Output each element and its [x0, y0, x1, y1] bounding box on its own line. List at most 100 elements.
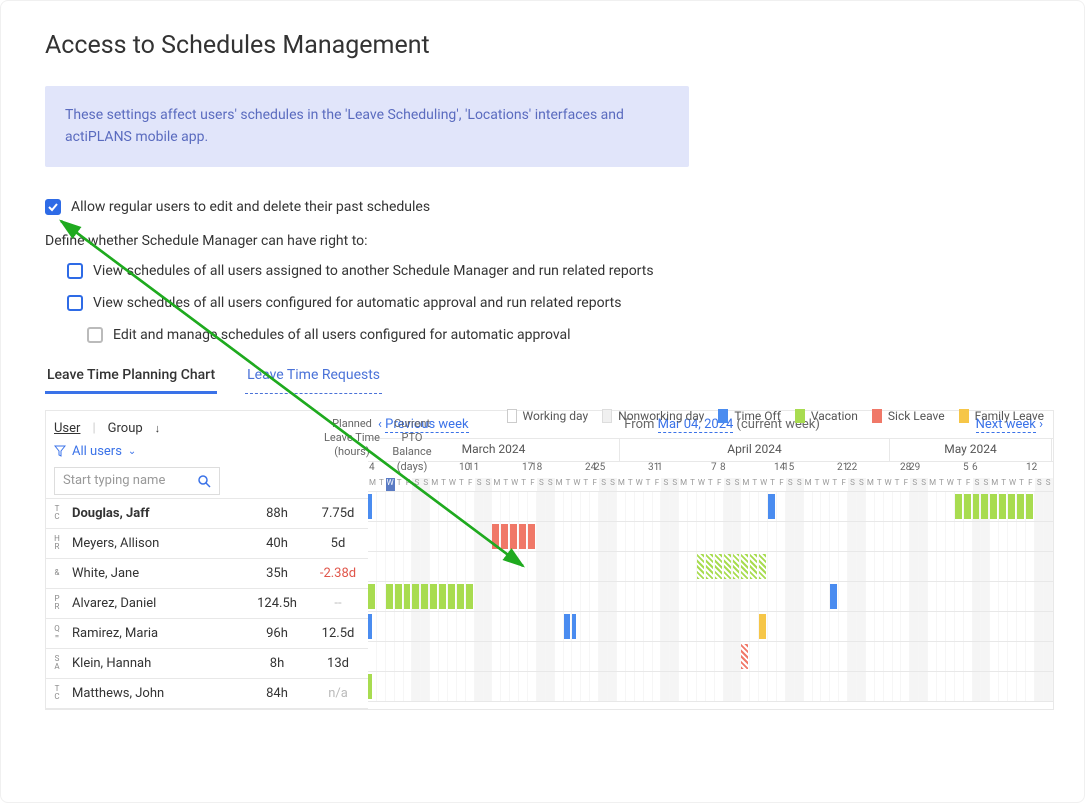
user-row[interactable]: & White, Jane 35h -2.38d [46, 559, 368, 589]
gantt-cell[interactable] [1008, 672, 1017, 701]
gantt-cell[interactable] [537, 612, 546, 641]
gantt-cell[interactable] [537, 672, 546, 701]
gantt-cell[interactable] [492, 492, 501, 521]
gantt-cell[interactable] [999, 582, 1008, 611]
gantt-cell[interactable] [679, 522, 688, 551]
gantt-cell[interactable] [439, 672, 448, 701]
gantt-cell[interactable] [599, 612, 608, 641]
gantt-cell[interactable] [501, 672, 510, 701]
gantt-cell[interactable] [679, 612, 688, 641]
gantt-cell[interactable] [724, 492, 733, 521]
gantt-cell[interactable] [875, 552, 884, 581]
gantt-cell[interactable] [439, 492, 448, 521]
gantt-cell[interactable] [697, 582, 706, 611]
leave-bar[interactable] [430, 584, 437, 609]
gantt-cell[interactable] [572, 582, 581, 611]
gantt-cell[interactable] [955, 582, 964, 611]
leave-bar[interactable] [572, 614, 576, 639]
gantt-cell[interactable] [528, 522, 537, 551]
gantt-cell[interactable] [537, 492, 546, 521]
gantt-cell[interactable] [581, 552, 590, 581]
gantt-cell[interactable] [386, 552, 395, 581]
gantt-cell[interactable] [964, 582, 973, 611]
gantt-cell[interactable] [404, 492, 413, 521]
gantt-cell[interactable] [439, 612, 448, 641]
gantt-cell[interactable] [555, 642, 564, 671]
gantt-cell[interactable] [581, 642, 590, 671]
gantt-cell[interactable] [715, 642, 724, 671]
gantt-cell[interactable] [661, 672, 670, 701]
gantt-cell[interactable] [893, 642, 902, 671]
gantt-cell[interactable] [644, 552, 653, 581]
gantt-cell[interactable] [990, 552, 999, 581]
gantt-cell[interactable] [439, 552, 448, 581]
gantt-cell[interactable] [910, 672, 919, 701]
gantt-cell[interactable] [412, 642, 421, 671]
gantt-cell[interactable] [821, 492, 830, 521]
gantt-cell[interactable] [661, 612, 670, 641]
leave-bar[interactable] [1008, 494, 1015, 519]
gantt-cell[interactable] [706, 492, 715, 521]
checkbox-allow-past-edit[interactable] [45, 199, 61, 215]
leave-bar[interactable] [457, 584, 464, 609]
gantt-cell[interactable] [733, 642, 742, 671]
gantt-cell[interactable] [893, 582, 902, 611]
gantt-cell[interactable] [928, 582, 937, 611]
gantt-cell[interactable] [999, 492, 1008, 521]
gantt-cell[interactable] [661, 492, 670, 521]
gantt-cell[interactable] [457, 672, 466, 701]
gantt-cell[interactable] [795, 552, 804, 581]
gantt-cell[interactable] [848, 582, 857, 611]
gantt-cell[interactable] [635, 582, 644, 611]
gantt-cell[interactable] [1035, 522, 1044, 551]
leave-bar[interactable] [386, 584, 393, 609]
gantt-cell[interactable] [626, 552, 635, 581]
gantt-cell[interactable] [448, 522, 457, 551]
gantt-cell[interactable] [670, 582, 679, 611]
gantt-cell[interactable] [857, 642, 866, 671]
leave-bar[interactable] [697, 554, 704, 579]
gantt-cell[interactable] [537, 522, 546, 551]
gantt-cell[interactable] [457, 492, 466, 521]
gantt-cell[interactable] [715, 492, 724, 521]
gantt-cell[interactable] [484, 582, 493, 611]
gantt-cell[interactable] [617, 612, 626, 641]
gantt-cell[interactable] [368, 492, 377, 521]
gantt-cell[interactable] [964, 552, 973, 581]
gantt-cell[interactable] [893, 522, 902, 551]
gantt-cell[interactable] [964, 492, 973, 521]
gantt-cell[interactable] [813, 642, 822, 671]
gantt-cell[interactable] [421, 612, 430, 641]
gantt-cell[interactable] [377, 582, 386, 611]
leave-bar[interactable] [404, 584, 411, 609]
gantt-cell[interactable] [599, 582, 608, 611]
gantt-cell[interactable] [1008, 492, 1017, 521]
gantt-cell[interactable] [564, 552, 573, 581]
gantt-cell[interactable] [990, 492, 999, 521]
gantt-cell[interactable] [697, 522, 706, 551]
gantt-cell[interactable] [626, 612, 635, 641]
gantt-cell[interactable] [839, 522, 848, 551]
gantt-cell[interactable] [466, 492, 475, 521]
gantt-cell[interactable] [759, 552, 768, 581]
gantt-cell[interactable] [608, 642, 617, 671]
gantt-cell[interactable] [1044, 522, 1053, 551]
gantt-cell[interactable] [484, 612, 493, 641]
gantt-cell[interactable] [999, 672, 1008, 701]
gantt-cell[interactable] [759, 522, 768, 551]
gantt-cell[interactable] [777, 672, 786, 701]
gantt-cell[interactable] [635, 492, 644, 521]
leave-bar[interactable] [750, 554, 757, 579]
gantt-cell[interactable] [901, 612, 910, 641]
gantt-cell[interactable] [466, 672, 475, 701]
gantt-cell[interactable] [395, 552, 404, 581]
gantt-cell[interactable] [857, 582, 866, 611]
gantt-cell[interactable] [848, 642, 857, 671]
gantt-cell[interactable] [875, 672, 884, 701]
gantt-cell[interactable] [1017, 492, 1026, 521]
gantt-cell[interactable] [661, 642, 670, 671]
gantt-cell[interactable] [501, 492, 510, 521]
gantt-cell[interactable] [608, 552, 617, 581]
leave-bar[interactable] [768, 494, 775, 519]
gantt-cell[interactable] [1035, 492, 1044, 521]
